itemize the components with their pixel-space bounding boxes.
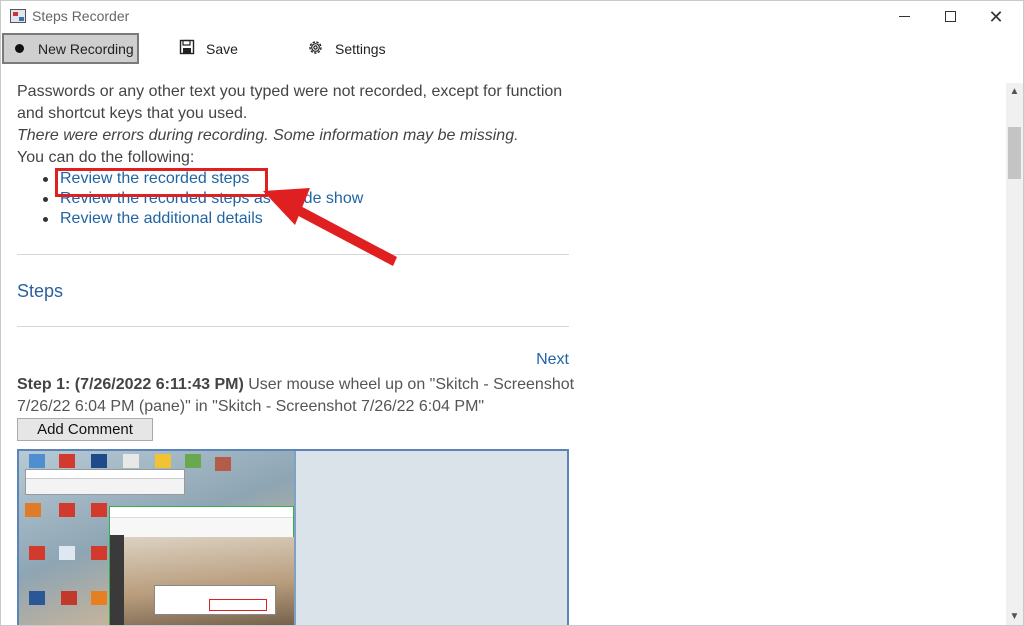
- window-title: Steps Recorder: [32, 8, 130, 24]
- mini-app-bar: [110, 507, 293, 518]
- recording-content: Passwords or any other text you typed we…: [2, 69, 1006, 625]
- desktop-icon: [91, 546, 107, 560]
- desktop-icon: [29, 454, 45, 468]
- add-comment-button[interactable]: Add Comment: [17, 418, 153, 441]
- mini-highlight-box: [209, 599, 267, 611]
- desktop-icon: [59, 546, 75, 560]
- mini-window-bar: [26, 470, 184, 479]
- new-recording-label: New Recording: [38, 40, 134, 57]
- maximize-icon: [944, 11, 956, 22]
- close-button[interactable]: ✕: [973, 1, 1019, 32]
- title-bar: Steps Recorder ✕: [1, 1, 1023, 32]
- scroll-up-arrow-icon[interactable]: ▲: [1006, 83, 1023, 100]
- desktop-icon: [155, 454, 171, 468]
- step-screenshot[interactable]: [17, 449, 569, 625]
- step-label: Step 1: (7/26/2022 6:11:43 PM): [17, 376, 244, 393]
- review-details-link[interactable]: Review the additional details: [43, 209, 363, 229]
- screenshot-blank-area: [294, 451, 567, 625]
- notice-passwords: Passwords or any other text you typed we…: [17, 83, 563, 122]
- step-description: Step 1: (7/26/2022 6:11:43 PM) User mous…: [17, 374, 577, 418]
- desktop-icon: [29, 591, 45, 605]
- close-icon: ✕: [988, 6, 1004, 27]
- mini-toolbar: [110, 535, 124, 625]
- desktop-thumbnail: [19, 451, 294, 625]
- next-link[interactable]: Next: [536, 351, 569, 369]
- notice-options: You can do the following:: [17, 149, 195, 166]
- desktop-icon: [61, 591, 77, 605]
- desktop-icon: [91, 454, 107, 468]
- settings-label: Settings: [335, 40, 386, 57]
- minimize-button[interactable]: [881, 1, 927, 32]
- save-label: Save: [206, 40, 238, 57]
- highlight-box: [55, 168, 268, 197]
- settings-button[interactable]: Settings: [307, 33, 386, 64]
- mini-recorder-window: [25, 469, 185, 495]
- vertical-scrollbar[interactable]: ▲ ▼: [1006, 83, 1023, 625]
- maximize-button[interactable]: [927, 1, 973, 32]
- desktop-icon: [59, 503, 75, 517]
- mini-app-window: [109, 506, 294, 625]
- desktop-icon: [215, 457, 231, 471]
- desktop-icon: [91, 503, 107, 517]
- notice-errors: There were errors during recording. Some…: [17, 127, 519, 144]
- record-dot-icon: [15, 44, 24, 53]
- toolbar: New Recording Save Settings: [1, 32, 1023, 66]
- minimize-icon: [898, 16, 910, 17]
- steps-recorder-app-icon: [10, 9, 26, 23]
- divider: [17, 254, 569, 255]
- scroll-down-arrow-icon[interactable]: ▼: [1006, 608, 1023, 625]
- gear-icon: [307, 39, 324, 59]
- save-button[interactable]: Save: [179, 33, 238, 64]
- floppy-disk-icon: [179, 39, 195, 58]
- desktop-icon: [25, 503, 41, 517]
- mini-recorder-dialog: [154, 585, 276, 615]
- steps-recorder-window: Steps Recorder ✕ New Recording Save Sett…: [0, 0, 1024, 626]
- new-recording-button[interactable]: New Recording: [2, 33, 139, 64]
- steps-heading: Steps: [17, 281, 64, 301]
- divider: [17, 326, 569, 327]
- desktop-icon: [185, 454, 201, 468]
- desktop-icon: [29, 546, 45, 560]
- desktop-icon: [91, 591, 107, 605]
- desktop-icon: [123, 454, 139, 468]
- desktop-icon: [59, 454, 75, 468]
- scrollbar-thumb[interactable]: [1008, 127, 1021, 179]
